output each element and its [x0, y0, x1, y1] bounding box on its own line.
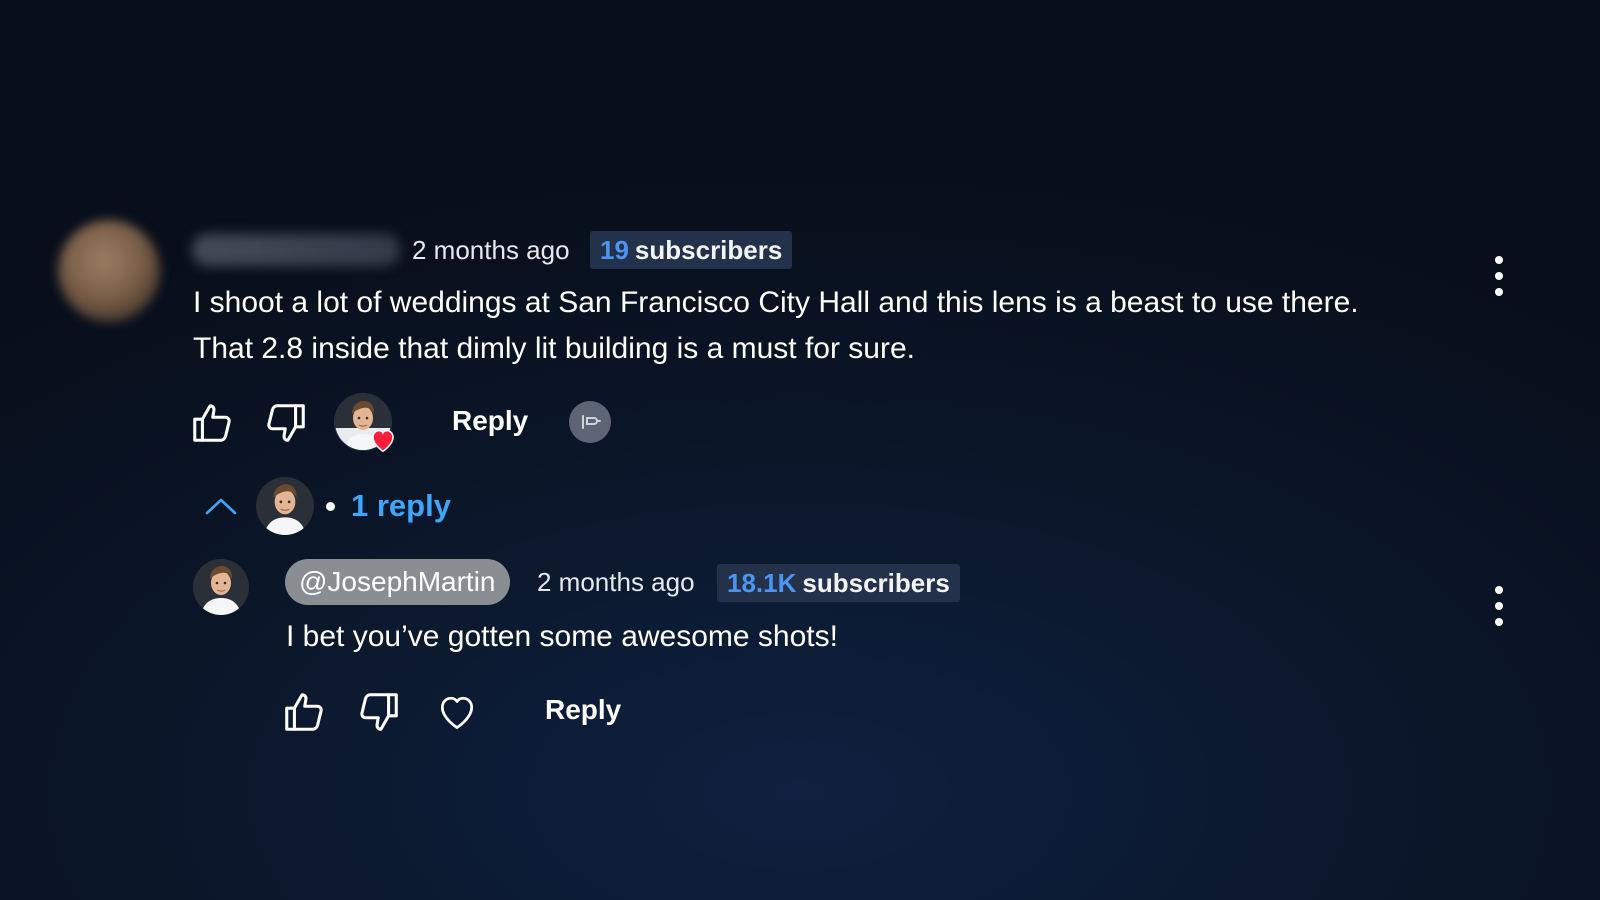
comment-text: I shoot a lot of weddings at San Francis…: [193, 280, 1483, 372]
reply-dislike-button[interactable]: [355, 688, 403, 736]
comment-time: 2 months ago: [412, 235, 570, 265]
comment-text-line: That 2.8 inside that dimly lit building …: [193, 332, 915, 365]
heart-icon: [440, 696, 474, 729]
thumbs-down-icon: [267, 404, 305, 442]
reply-more-button[interactable]: [1489, 584, 1509, 628]
commenter-avatar[interactable]: [58, 220, 160, 322]
replies-toggle[interactable]: 1 reply: [200, 476, 451, 536]
music-button[interactable]: [569, 401, 611, 443]
reply-heart-button[interactable]: [433, 688, 481, 736]
reply-like-button[interactable]: [280, 688, 328, 736]
reply-count[interactable]: 1 reply: [351, 488, 451, 524]
like-button[interactable]: [188, 399, 236, 447]
reply-time: 2 months ago: [537, 567, 695, 597]
reply-subscriber-label: subscribers: [802, 567, 950, 598]
comment-more-button[interactable]: [1489, 254, 1509, 298]
more-vert-icon: [1495, 256, 1503, 264]
comments-section: 2 months ago 19 subscribers I shoot a lo…: [0, 0, 1600, 900]
commenter-name-blurred[interactable]: [192, 234, 400, 266]
replier-avatar-image: [256, 477, 314, 535]
thumbs-up-icon: [285, 693, 323, 731]
collapse-replies[interactable]: [200, 485, 242, 527]
reply-subscriber-badge: 18.1K subscribers: [717, 564, 960, 602]
more-vert-icon-dot: [1495, 288, 1503, 296]
chevron-up-icon: [205, 498, 237, 515]
separator-dot: [326, 501, 335, 511]
subscriber-label: subscribers: [634, 234, 783, 265]
reply-text: I bet you’ve gotten some awesome shots!: [286, 620, 838, 653]
dislike-button[interactable]: [262, 399, 310, 447]
heart-icon: [372, 429, 394, 453]
reply-subscriber-count: 18.1K: [727, 567, 797, 598]
reply-reply-button[interactable]: Reply: [545, 694, 621, 726]
reply-button[interactable]: Reply: [452, 405, 528, 437]
more-vert-icon-dot: [1495, 272, 1503, 280]
thumbs-down-icon: [360, 693, 398, 731]
reply-author-handle[interactable]: @JosephMartin: [285, 559, 510, 605]
subscriber-badge: 19 subscribers: [590, 231, 793, 269]
reply-author-avatar[interactable]: [193, 559, 249, 615]
replier-avatar: [256, 477, 314, 535]
more-vert-icon-dot: [1495, 618, 1503, 626]
thumbs-up-icon: [193, 404, 231, 442]
more-vert-icon: [1495, 586, 1503, 594]
more-vert-icon-dot: [1495, 602, 1503, 610]
music-icon: [582, 415, 601, 429]
creator-heart-badge[interactable]: [334, 393, 394, 453]
reply-author-avatar-image: [193, 559, 249, 615]
subscriber-count: 19: [600, 234, 629, 265]
comment-text-line: I shoot a lot of weddings at San Francis…: [193, 286, 1359, 319]
